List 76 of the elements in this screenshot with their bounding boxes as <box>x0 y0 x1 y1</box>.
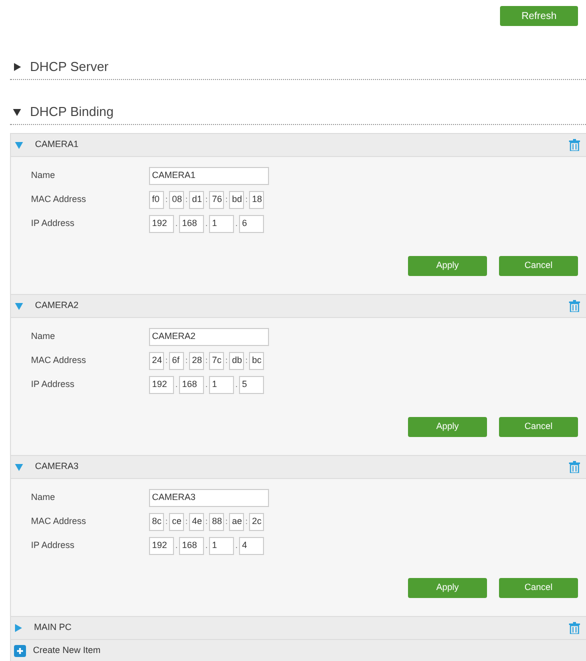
separator: . <box>174 379 179 391</box>
separator: . <box>204 218 209 230</box>
plus-icon[interactable] <box>14 645 26 657</box>
separator: : <box>244 516 249 528</box>
mac-octet-field[interactable]: bc <box>249 352 264 370</box>
mac-octet-field[interactable]: 7c <box>209 352 224 370</box>
mac-octet-field[interactable]: 8c <box>149 513 164 531</box>
separator: : <box>224 355 229 367</box>
mac-octet-field[interactable]: 28 <box>189 352 204 370</box>
ip-octet-field[interactable]: 1 <box>209 537 234 555</box>
ip-octet-field[interactable]: 5 <box>239 376 264 394</box>
ip-octet-field[interactable]: 168 <box>179 215 204 233</box>
separator: . <box>234 379 239 391</box>
name-field[interactable]: CAMERA1 <box>149 167 269 185</box>
mac-octet-field[interactable]: d1 <box>189 191 204 209</box>
field-label: MAC Address <box>31 354 88 368</box>
field-label: IP Address <box>31 539 76 552</box>
ip-octet-field[interactable]: 192 <box>149 537 174 555</box>
mac-octet-field[interactable]: 88 <box>209 513 224 531</box>
ip-octet-field[interactable]: 192 <box>149 376 174 394</box>
ip-octet-field[interactable]: 4 <box>239 537 264 555</box>
name-field[interactable]: CAMERA3 <box>149 489 269 507</box>
separator: . <box>174 540 179 552</box>
separator: : <box>224 516 229 528</box>
collapse-triangle-icon[interactable] <box>13 108 21 116</box>
separator: . <box>174 218 179 230</box>
mac-octet-field[interactable]: ae <box>229 513 244 531</box>
trash-icon[interactable] <box>569 139 580 151</box>
mac-octet-field[interactable]: db <box>229 352 244 370</box>
ip-octet-field[interactable]: 6 <box>239 215 264 233</box>
field-label: IP Address <box>31 378 76 392</box>
create-item-link[interactable]: Create New Item <box>33 644 101 658</box>
field-label: Name <box>31 169 56 182</box>
field-label: Name <box>31 330 56 344</box>
separator: : <box>184 355 189 367</box>
separator: : <box>204 194 209 206</box>
mac-octet-field[interactable]: 18 <box>249 191 264 209</box>
mac-octet-field[interactable]: f0 <box>149 191 164 209</box>
mac-octet-field[interactable]: 24 <box>149 352 164 370</box>
ip-octet-field[interactable]: 168 <box>179 537 204 555</box>
section-title[interactable]: DHCP Binding <box>30 102 114 122</box>
ip-octet-field[interactable]: 1 <box>209 215 234 233</box>
mac-octet-field[interactable]: 6f <box>169 352 184 370</box>
ip-octet-field[interactable]: 192 <box>149 215 174 233</box>
field-label: MAC Address <box>31 515 88 528</box>
ip-octet-field[interactable]: 1 <box>209 376 234 394</box>
trash-icon[interactable] <box>569 622 580 634</box>
expand-triangle-icon[interactable] <box>13 62 21 70</box>
mac-octet-field[interactable]: 2c <box>249 513 264 531</box>
ip-octet-field[interactable]: 168 <box>179 376 204 394</box>
separator: : <box>164 355 169 367</box>
trash-icon[interactable] <box>569 300 580 312</box>
mac-octet-field[interactable]: 4e <box>189 513 204 531</box>
field-label: IP Address <box>31 217 76 230</box>
trash-icon[interactable] <box>569 461 580 473</box>
separator: : <box>204 355 209 367</box>
mac-octet-field[interactable]: bd <box>229 191 244 209</box>
mac-octet-field[interactable]: 76 <box>209 191 224 209</box>
separator: : <box>244 355 249 367</box>
field-label: Name <box>31 491 56 504</box>
separator: : <box>224 194 229 206</box>
separator: . <box>204 540 209 552</box>
name-field[interactable]: CAMERA2 <box>149 328 269 346</box>
section-title[interactable]: DHCP Server <box>30 56 109 76</box>
separator: : <box>184 194 189 206</box>
separator: : <box>164 194 169 206</box>
field-label: MAC Address <box>31 193 88 206</box>
separator: . <box>234 540 239 552</box>
separator: . <box>204 379 209 391</box>
mac-octet-field[interactable]: 08 <box>169 191 184 209</box>
mac-octet-field[interactable]: ce <box>169 513 184 531</box>
separator: : <box>244 194 249 206</box>
separator: : <box>184 516 189 528</box>
separator: : <box>204 516 209 528</box>
separator: . <box>234 218 239 230</box>
separator: : <box>164 516 169 528</box>
